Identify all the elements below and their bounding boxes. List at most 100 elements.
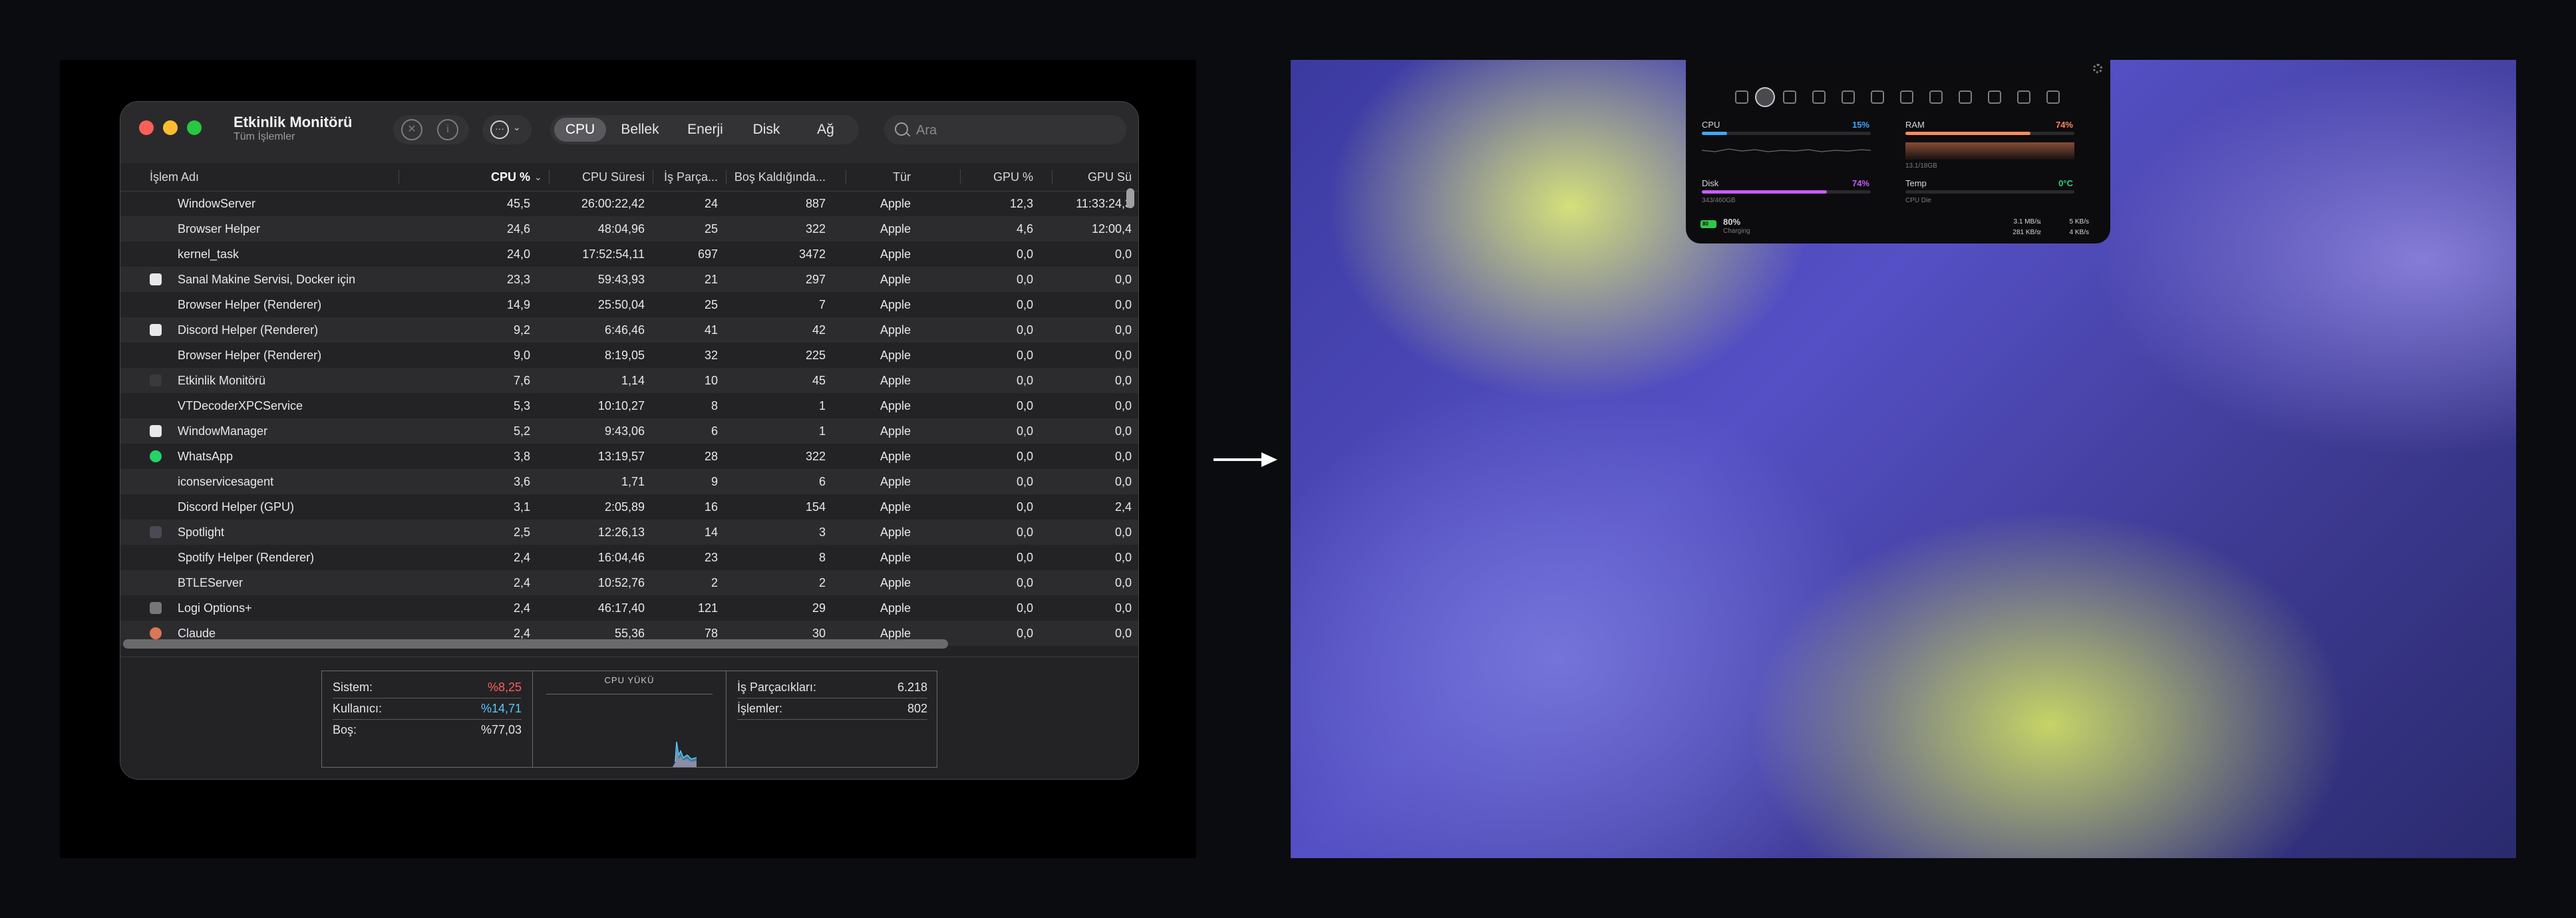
ram-label: RAM	[1905, 120, 1925, 130]
pen-icon[interactable]	[1871, 90, 1884, 104]
table-cell: 59:43,93	[597, 273, 645, 286]
table-cell: 0,0	[1016, 399, 1033, 412]
table-cell: 8	[711, 399, 718, 412]
horizontal-scrollbar[interactable]	[123, 639, 948, 649]
table-cell: Browser Helper (Renderer)	[178, 349, 322, 362]
sort-descending-icon: ⌄	[534, 172, 542, 182]
table-cell: Apple	[880, 273, 911, 286]
search-input[interactable]	[915, 115, 1117, 146]
clock-icon[interactable]	[2046, 90, 2060, 104]
table-cell: 322	[805, 450, 826, 463]
stop-process-icon[interactable]: ✕	[401, 119, 422, 140]
table-cell: 4,6	[1016, 222, 1033, 235]
table-row[interactable]: Spotlight 2,5 12:26,13 14 3 Apple 0,0 0,0	[120, 520, 1138, 545]
table-row[interactable]: Etkinlik Monitörü 7,6 1,14 10 45 Apple 0,0 0,0	[120, 368, 1138, 393]
grid-icon[interactable]	[1812, 90, 1826, 104]
table-cell: 6	[711, 424, 718, 438]
column-header-cpu-percent[interactable]: CPU %	[466, 163, 530, 191]
music-icon[interactable]	[1735, 90, 1748, 104]
logi-app-icon	[150, 602, 162, 614]
whatsapp-app-icon	[150, 450, 162, 462]
table-cell: 0,0	[1114, 298, 1132, 311]
table-cell: 32	[704, 349, 718, 362]
table-cell: 14	[704, 526, 718, 539]
gear-icon[interactable]	[2093, 64, 2102, 73]
white-app-icon	[150, 324, 162, 336]
tab-ag[interactable]: Ağ	[796, 118, 855, 142]
column-header-gpu-percent[interactable]: GPU %	[967, 163, 1033, 191]
temp-bar	[1905, 190, 2074, 194]
column-header-kind[interactable]: Tür	[852, 163, 911, 191]
keyboard-icon[interactable]	[1929, 90, 1943, 104]
table-cell: Apple	[880, 424, 911, 438]
transition-arrow-icon	[1213, 452, 1277, 467]
table-cell: 23	[704, 551, 718, 564]
stats-icon[interactable]	[1755, 87, 1775, 107]
vertical-scrollbar[interactable]	[1126, 188, 1134, 208]
table-cell: Apple	[880, 222, 911, 235]
threads-value: 6.218	[897, 681, 927, 694]
table-row[interactable]: iconservicesagent 3,6 1,71 9 6 Apple 0,0 0,0	[120, 469, 1138, 494]
copy-icon[interactable]	[1783, 90, 1796, 104]
table-cell: 0,0	[1016, 450, 1033, 463]
tab-cpu[interactable]: CPU	[554, 118, 606, 142]
table-cell: 0,0	[1016, 298, 1033, 311]
info-icon[interactable]: i	[437, 119, 458, 140]
table-row[interactable]: Sanal Makine Servisi, Docker için 23,3 59:…	[120, 267, 1138, 292]
table-row[interactable]: VTDecoderXPCService 5,3 10:10,27 8 1 Apple 0,0…	[120, 393, 1138, 418]
network-upload-rate: 281 KB/s	[2012, 229, 2040, 236]
more-actions-button[interactable]: ··· ⌄	[482, 115, 532, 144]
table-row[interactable]: Browser Helper (Renderer) 14,9 25:50,04 25 7…	[120, 292, 1138, 317]
tab-enerji[interactable]: Enerji	[674, 118, 736, 142]
column-header-idle-wakeups[interactable]: Boş Kaldığında...	[732, 163, 826, 191]
table-cell: 0,0	[1114, 551, 1132, 564]
disk-detail: 343/460GB	[1702, 197, 1736, 204]
table-row[interactable]: Spotify Helper (Renderer) 2,4 16:04,46 23 8 A…	[120, 545, 1138, 570]
table-cell: 322	[805, 222, 826, 235]
table-row[interactable]: Discord Helper (Renderer) 9,2 6:46,46 41 42 A…	[120, 317, 1138, 343]
table-cell: Apple	[880, 450, 911, 463]
table-row[interactable]: kernel_task 24,0 17:52:54,11 697 3472 Apple 0,…	[120, 241, 1138, 267]
table-cell: 0,0	[1016, 247, 1033, 261]
table-row[interactable]: Browser Helper (Renderer) 9,0 8:19,05 32 225…	[120, 343, 1138, 368]
table-cell: 0,0	[1016, 424, 1033, 438]
ram-history-graph	[1905, 142, 2074, 160]
zoom-window-button[interactable]	[187, 120, 202, 135]
table-cell: 3	[818, 526, 826, 539]
tab-disk[interactable]: Disk	[739, 118, 794, 142]
download-arrow-icon: ↓	[2038, 218, 2042, 226]
table-cell: kernel_task	[178, 247, 240, 261]
table-row[interactable]: Discord Helper (GPU) 3,1 2:05,89 16 154 Apple…	[120, 494, 1138, 520]
table-row[interactable]: WindowServer 45,5 26:00:22,42 24 887 Apple 12,…	[120, 191, 1138, 216]
table-row[interactable]: Logi Options+ 2,4 46:17,40 121 29 Apple 0,0 0,0	[120, 595, 1138, 621]
document-icon[interactable]	[1842, 90, 1855, 104]
table-row[interactable]: WindowManager 5,2 9:43,06 6 1 Apple 0,0 0,0	[120, 418, 1138, 444]
table-cell: 7	[818, 298, 826, 311]
column-header-threads[interactable]: İş Parça...	[659, 163, 718, 191]
table-cell: 0,0	[1114, 273, 1132, 286]
column-header-gpu-time[interactable]: GPU Sü	[1058, 163, 1132, 191]
calendar-icon[interactable]	[1959, 90, 1972, 104]
user-label: Kullanıcı:	[333, 702, 383, 715]
close-window-button[interactable]	[139, 120, 154, 135]
table-row[interactable]: Browser Helper 24,6 48:04,96 25 322 Apple 4,6 1…	[120, 216, 1138, 241]
microphone-icon[interactable]	[1988, 90, 2001, 104]
code-icon[interactable]	[1900, 90, 1913, 104]
minimize-window-button[interactable]	[163, 120, 178, 135]
table-cell: 12:26,13	[597, 526, 645, 539]
table-cell: 48:04,96	[597, 222, 645, 235]
table-cell: 0,0	[1016, 374, 1033, 387]
table-cell: 23,3	[506, 273, 530, 286]
table-cell: 0,0	[1114, 576, 1132, 589]
column-header-process-name[interactable]: İşlem Adı	[150, 163, 349, 191]
table-cell: 121	[697, 601, 718, 615]
ellipsis-icon: ···	[490, 120, 509, 139]
table-cell: 45	[812, 374, 826, 387]
bluetooth-icon[interactable]	[2017, 90, 2030, 104]
tab-bellek[interactable]: Bellek	[609, 118, 671, 142]
table-row[interactable]: WhatsApp 3,8 13:19,57 28 322 Apple 0,0 0,0	[120, 444, 1138, 469]
column-header-cpu-time[interactable]: CPU Süresi	[556, 163, 645, 191]
table-row[interactable]: BTLEServer 2,4 10:52,76 2 2 Apple 0,0 0,0	[120, 570, 1138, 595]
idle-label: Boş:	[333, 723, 357, 736]
stats-menubar-widget: CPU 15% RAM 74% 13.1/18GB Disk 74% 343/4…	[1686, 59, 2110, 243]
